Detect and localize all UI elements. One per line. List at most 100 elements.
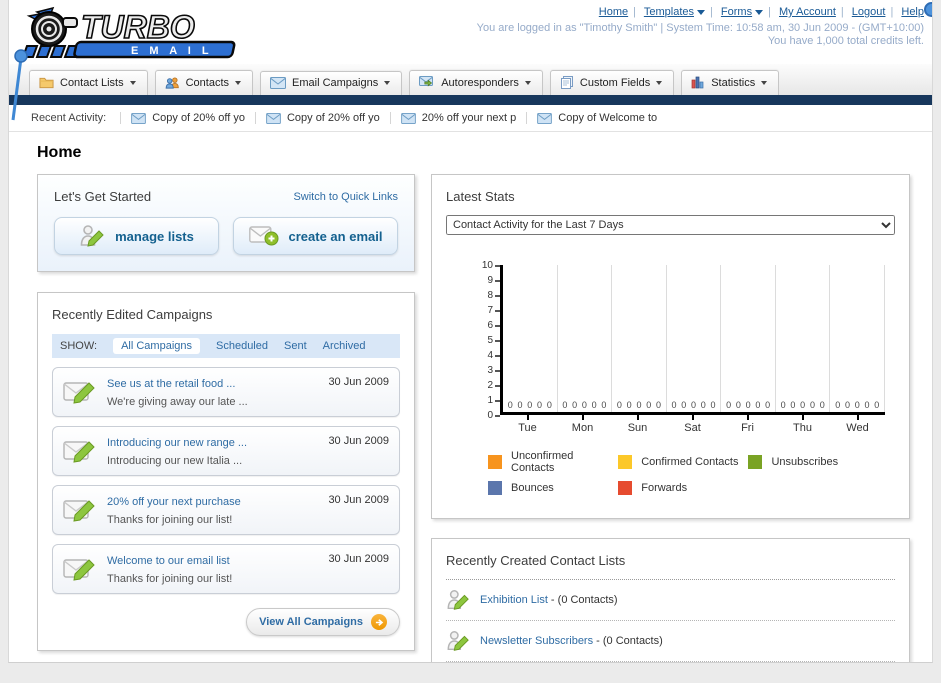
envelope-pencil-icon (63, 558, 95, 581)
folder-icon (39, 77, 54, 89)
filter-scheduled[interactable]: Scheduled (216, 340, 268, 352)
y-axis-tick: 4 (487, 350, 500, 361)
campaign-card[interactable]: See us at the retail food ... We're givi… (52, 367, 400, 417)
nav-separator: | (840, 6, 844, 18)
tab-statistics[interactable]: Statistics (681, 70, 780, 95)
recent-activity-bar: Recent Activity: Copy of 20% off yo Copy… (9, 105, 932, 132)
value-label: 0 (735, 400, 741, 410)
view-all-campaigns-button[interactable]: View All Campaigns (246, 608, 400, 636)
filter-archived[interactable]: Archived (323, 340, 366, 352)
legend-swatch (488, 455, 502, 469)
campaign-card[interactable]: Welcome to our email list Thanks for joi… (52, 544, 400, 594)
legend-swatch (618, 481, 633, 495)
chart-day-group: 00000 (830, 265, 886, 412)
person-pencil-icon (447, 631, 469, 651)
value-label: 0 (691, 400, 697, 410)
person-pencil-icon (80, 225, 104, 247)
value-label: 0 (726, 400, 732, 410)
tab-contacts[interactable]: Contacts (154, 70, 254, 95)
campaign-title-link[interactable]: See us at the retail food ... (107, 378, 235, 390)
x-axis-label: Fri (720, 415, 775, 434)
person-pencil-icon (447, 590, 469, 610)
filter-sent[interactable]: Sent (284, 340, 307, 352)
recent-activity-item[interactable]: Copy of Welcome to (526, 112, 667, 124)
filter-all-campaigns[interactable]: All Campaigns (113, 338, 200, 354)
chevron-down-icon (755, 9, 764, 15)
campaign-subtitle: We're giving away our late ... (107, 396, 248, 408)
envelope-icon (400, 112, 416, 124)
campaign-title-link[interactable]: Introducing our new range ... (107, 437, 247, 449)
nav-help-link[interactable]: Help (901, 6, 924, 18)
value-label: 0 (700, 400, 706, 410)
nav-forms-link[interactable]: Forms (721, 6, 764, 18)
campaign-card[interactable]: Introducing our new range ... Introducin… (52, 426, 400, 476)
x-axis-label: Wed (830, 415, 885, 434)
x-axis-label: Sat (665, 415, 720, 434)
value-label: 0 (835, 400, 841, 410)
tab-custom-fields[interactable]: Custom Fields (549, 70, 675, 95)
contact-list-link[interactable]: Newsletter Subscribers (480, 635, 593, 647)
legend-swatch (618, 455, 633, 469)
switch-quick-links-link[interactable]: Switch to Quick Links (293, 191, 398, 203)
envelope-arrow-icon (419, 76, 434, 87)
envelope-icon (266, 112, 281, 124)
y-axis-tick: 3 (487, 365, 500, 376)
y-axis-tick: 0 (487, 410, 500, 421)
envelope-plus-icon (248, 226, 279, 246)
contact-count: - (0 Contacts) (593, 635, 663, 647)
envelope-icon (131, 112, 147, 124)
nav-my-account-link[interactable]: My Account (779, 6, 836, 18)
chart-x-axis: Tue Mon Sun Sat Fri Thu Wed (500, 415, 885, 434)
recent-activity-item[interactable]: 20% off your next p (389, 112, 527, 124)
main-content: Home Let's Get Started Switch to Quick L… (9, 132, 932, 662)
legend-item: Unsubscribes (748, 450, 878, 474)
recent-activity-item[interactable]: Copy of 20% off yo (254, 112, 390, 124)
nav-templates-link[interactable]: Templates (644, 6, 705, 18)
value-label: 0 (790, 400, 796, 410)
campaign-title-link[interactable]: 20% off your next purchase (107, 496, 241, 508)
value-label: 0 (809, 400, 815, 410)
campaign-title-link[interactable]: Welcome to our email list (107, 555, 230, 567)
x-axis-label: Mon (555, 415, 610, 434)
contact-list-link[interactable]: Exhibition List (480, 594, 548, 606)
value-label: 0 (601, 400, 607, 410)
chevron-down-icon (697, 9, 705, 15)
nav-logout-link[interactable]: Logout (852, 6, 886, 18)
value-label: 0 (780, 400, 786, 410)
x-axis-label: Thu (775, 415, 830, 434)
nav-home-link[interactable]: Home (599, 6, 628, 18)
recent-activity-label: Recent Activity: (31, 112, 107, 124)
tab-autoresponders[interactable]: Autoresponders (409, 70, 543, 95)
nav-separator: | (768, 6, 771, 18)
chart-day-group: 00000 (612, 265, 667, 412)
nav-separator: | (633, 6, 636, 18)
campaign-subtitle: Thanks for joining our list! (107, 573, 233, 585)
campaign-filter-bar: SHOW: All Campaigns Scheduled Sent Archi… (52, 334, 400, 358)
campaign-date: 30 Jun 2009 (328, 553, 389, 565)
recent-activity-item[interactable]: Copy of 20% off yo (120, 112, 255, 124)
legend-item: Unconfirmed Contacts (488, 450, 618, 474)
value-label: 0 (854, 400, 860, 410)
chart-plot-area: 00000000000000000000000000000000000 (500, 265, 886, 415)
tab-contact-lists[interactable]: Contact Lists (29, 70, 148, 95)
value-label: 0 (800, 400, 806, 410)
value-label: 0 (626, 400, 632, 410)
envelope-pencil-icon (63, 381, 95, 404)
value-label: 0 (546, 400, 552, 410)
stats-report-select[interactable]: Contact Activity for the Last 7 Days (446, 215, 895, 235)
manage-lists-button[interactable]: manage lists (54, 217, 219, 255)
legend-item: Forwards (618, 481, 748, 495)
campaign-subtitle: Introducing our new Italia ... (107, 455, 243, 467)
tab-email-campaigns[interactable]: Email Campaigns (260, 71, 403, 95)
turbo-email-logo: TURBO E M A I L (19, 4, 251, 60)
create-email-button[interactable]: create an email (233, 217, 398, 255)
value-label: 0 (681, 400, 687, 410)
value-label: 0 (874, 400, 880, 410)
chart-day-group: 00000 (721, 265, 776, 412)
campaign-card[interactable]: 20% off your next purchase Thanks for jo… (52, 485, 400, 535)
y-axis-tick: 8 (487, 290, 500, 301)
contact-list-item: Newsletter Subscribers - (0 Contacts) (446, 621, 895, 662)
campaign-date: 30 Jun 2009 (328, 435, 389, 447)
y-axis-tick: 6 (487, 320, 500, 331)
contact-activity-chart: 10 9 8 7 6 5 4 3 2 1 0 000000000000000000000000000… (474, 260, 886, 421)
